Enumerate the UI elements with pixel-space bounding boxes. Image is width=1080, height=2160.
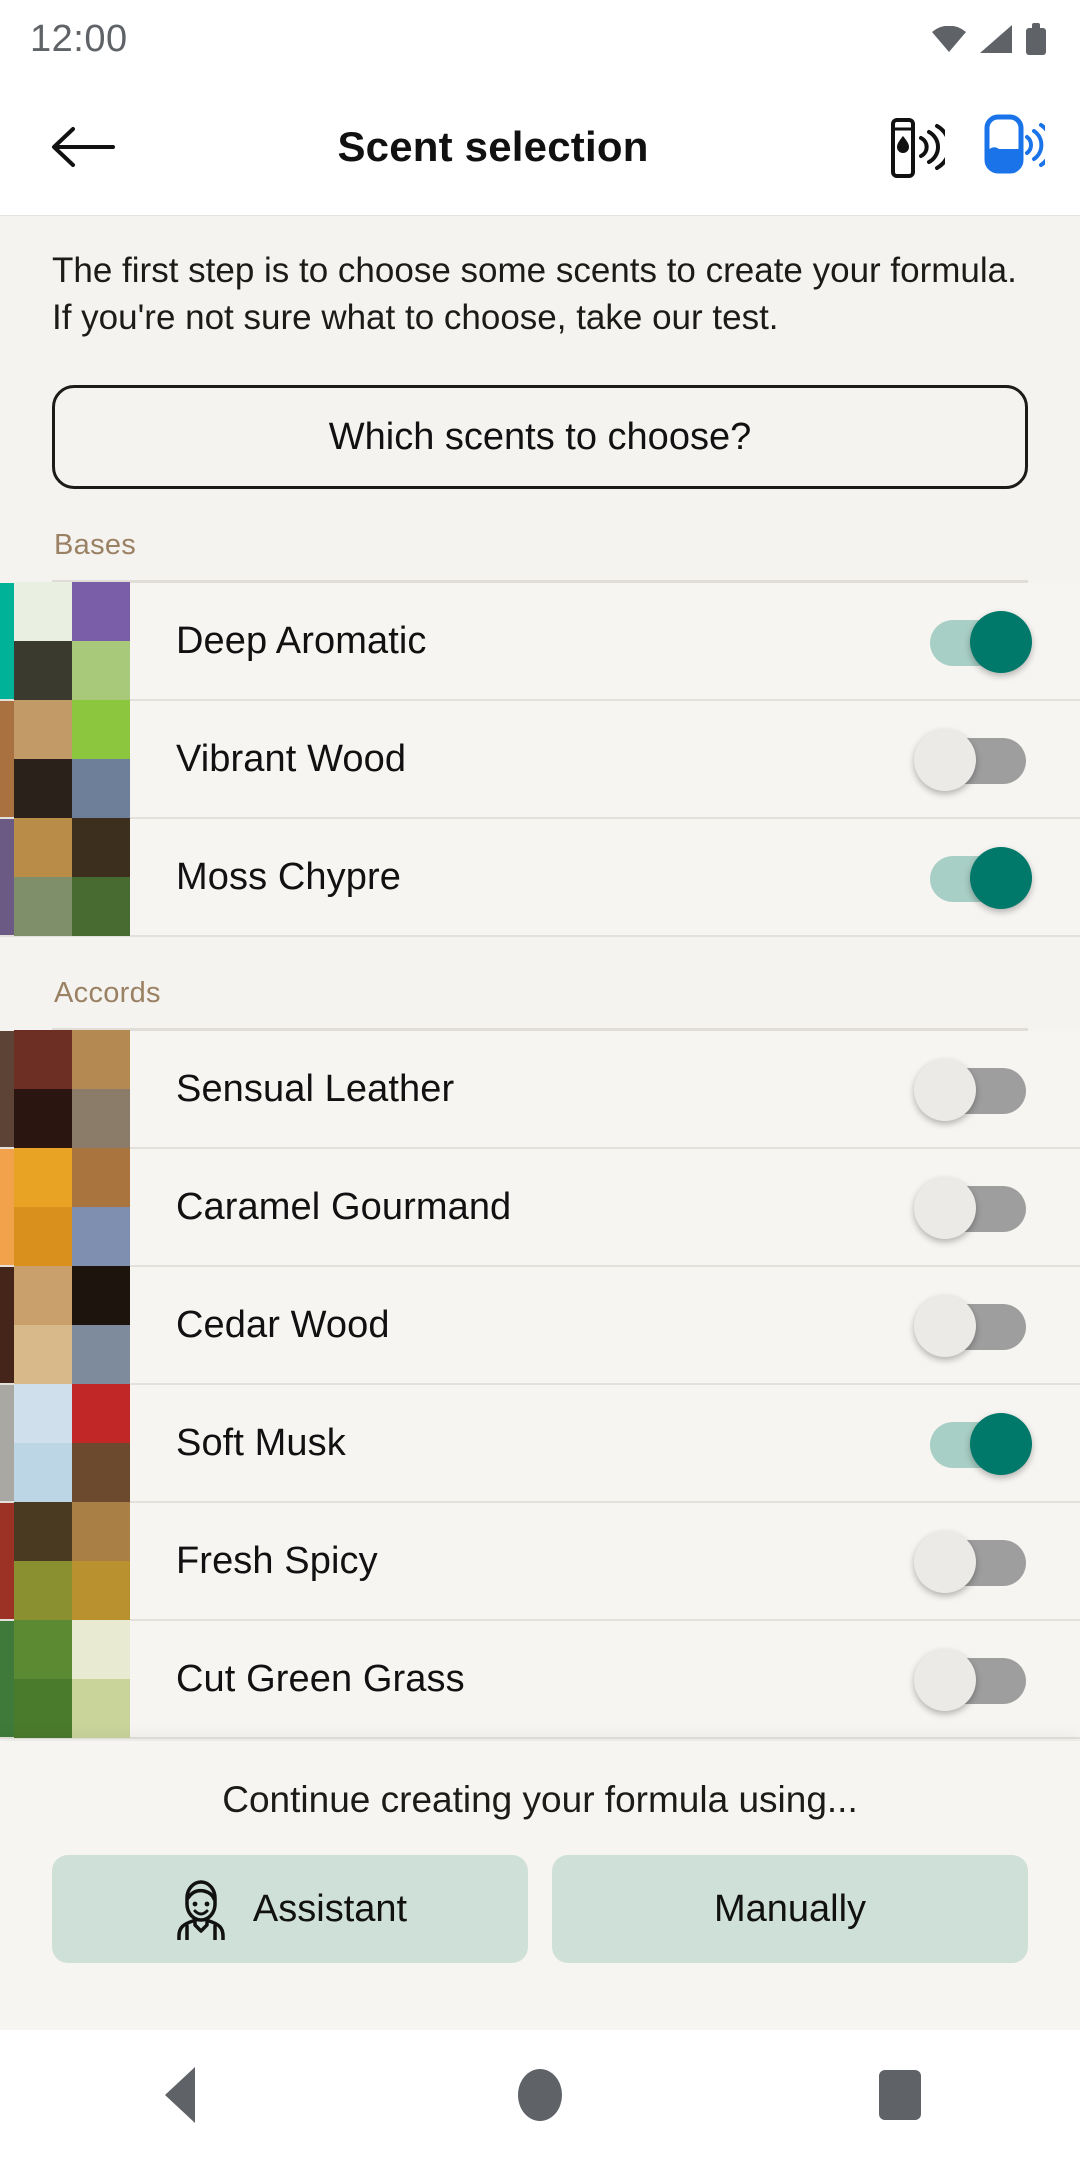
assistant-button-label: Assistant	[252, 1887, 408, 1930]
scent-toggle[interactable]	[914, 1290, 1032, 1360]
intro-text: The first step is to choose some scents …	[52, 251, 1017, 337]
scent-thumbnail	[14, 1502, 130, 1621]
nav-recents-icon	[879, 2070, 921, 2120]
scent-thumbnail	[14, 1266, 130, 1385]
toggle-thumb	[914, 1059, 976, 1122]
nav-recents-button[interactable]	[825, 2030, 975, 2160]
bottom-sheet-actions: Assistant Manually	[0, 1821, 1080, 1963]
scent-accent-bar	[0, 583, 14, 700]
status-bar-icons	[932, 23, 1046, 55]
perfume-device-connect-button[interactable]	[884, 111, 948, 183]
bottle-connect-icon	[984, 114, 1045, 173]
scent-thumbnail	[14, 1148, 130, 1267]
scent-toggle[interactable]	[914, 842, 1032, 912]
scent-list: Bases Deep Aromatic Vibrant Wood Moss Chypr…	[0, 489, 1080, 1740]
scent-name-label: Cut Green Grass	[176, 1657, 465, 1700]
scent-name-label: Soft Musk	[176, 1421, 346, 1464]
toggle-thumb	[914, 1531, 976, 1594]
bottom-sheet-title: Continue creating your formula using...	[222, 1779, 858, 1820]
scent-name-label: Cedar Wood	[176, 1303, 390, 1346]
scent-thumbnail	[14, 1620, 130, 1739]
scent-accent-bar	[0, 1385, 14, 1502]
scent-list-item[interactable]: Caramel Gourmand	[0, 1148, 1080, 1268]
app-bar-actions	[884, 111, 1046, 183]
page-title: Scent selection	[337, 122, 649, 170]
scent-accent-bar	[0, 1149, 14, 1266]
nav-home-button[interactable]	[465, 2030, 615, 2160]
scent-toggle[interactable]	[914, 1054, 1032, 1124]
scroll-content[interactable]: The first step is to choose some scents …	[0, 216, 1080, 1740]
scent-accent-bar	[0, 819, 14, 936]
scent-name-label: Vibrant Wood	[176, 737, 407, 780]
scent-thumbnail	[14, 582, 130, 701]
nav-back-icon	[165, 2067, 195, 2123]
nav-back-button[interactable]	[105, 2030, 255, 2160]
scent-list-item[interactable]: Moss Chypre	[0, 818, 1080, 938]
scent-list-item[interactable]: Sensual Leather	[0, 1030, 1080, 1150]
scent-toggle[interactable]	[914, 724, 1032, 794]
scent-accent-bar	[0, 1267, 14, 1384]
scent-name-label: Sensual Leather	[176, 1067, 455, 1110]
scent-toggle[interactable]	[914, 1172, 1032, 1242]
scent-accent-bar	[0, 1621, 14, 1738]
scent-thumbnail	[14, 1384, 130, 1503]
manually-button-label: Manually	[713, 1887, 867, 1930]
scent-thumbnail	[14, 1030, 130, 1149]
scent-thumbnail	[14, 700, 130, 819]
section-header: Accords	[54, 977, 161, 1010]
toggle-thumb	[970, 611, 1032, 674]
assistant-avatar-icon	[177, 1880, 225, 1940]
scent-name-label: Caramel Gourmand	[176, 1185, 512, 1228]
scent-list-item[interactable]: Fresh Spicy	[0, 1502, 1080, 1622]
assistant-button[interactable]: Assistant	[52, 1855, 528, 1963]
which-scents-button[interactable]: Which scents to choose?	[52, 385, 1028, 490]
status-bar: 12:00	[0, 0, 1080, 78]
toggle-thumb	[970, 1413, 1032, 1476]
wifi-icon	[932, 26, 966, 52]
bottom-sheet: Continue creating your formula using... …	[0, 1740, 1080, 2030]
app-bar: Scent selection	[0, 78, 1080, 216]
toggle-thumb	[914, 1649, 976, 1712]
scent-accent-bar	[0, 1503, 14, 1620]
battery-icon	[1026, 23, 1046, 55]
scent-list-item[interactable]: Deep Aromatic	[0, 582, 1080, 702]
scent-toggle[interactable]	[914, 1526, 1032, 1596]
scent-accent-bar	[0, 1031, 14, 1148]
scent-toggle[interactable]	[914, 1644, 1032, 1714]
scent-toggle[interactable]	[914, 1408, 1032, 1478]
scent-list-item[interactable]: Vibrant Wood	[0, 700, 1080, 820]
scent-accent-bar	[0, 701, 14, 818]
toggle-thumb	[914, 729, 976, 792]
nav-home-icon	[518, 2069, 562, 2121]
status-bar-clock: 12:00	[30, 17, 128, 60]
bottle-connect-button[interactable]	[982, 111, 1046, 183]
scent-toggle[interactable]	[914, 606, 1032, 676]
perfume-device-connect-icon	[891, 117, 945, 178]
cellular-signal-icon	[980, 25, 1012, 53]
manually-button[interactable]: Manually	[552, 1855, 1028, 1963]
scent-name-label: Deep Aromatic	[176, 619, 427, 662]
scent-list-item[interactable]: Soft Musk	[0, 1384, 1080, 1504]
scent-thumbnail	[14, 818, 130, 937]
scent-name-label: Fresh Spicy	[176, 1539, 378, 1582]
scent-name-label: Moss Chypre	[176, 855, 401, 898]
android-nav-bar	[0, 2030, 1080, 2160]
toggle-thumb	[914, 1177, 976, 1240]
scent-list-item[interactable]: Cedar Wood	[0, 1266, 1080, 1386]
toggle-thumb	[970, 847, 1032, 910]
toggle-thumb	[914, 1295, 976, 1358]
section-header: Bases	[54, 529, 137, 562]
scent-list-item[interactable]: Cut Green Grass	[0, 1620, 1080, 1740]
